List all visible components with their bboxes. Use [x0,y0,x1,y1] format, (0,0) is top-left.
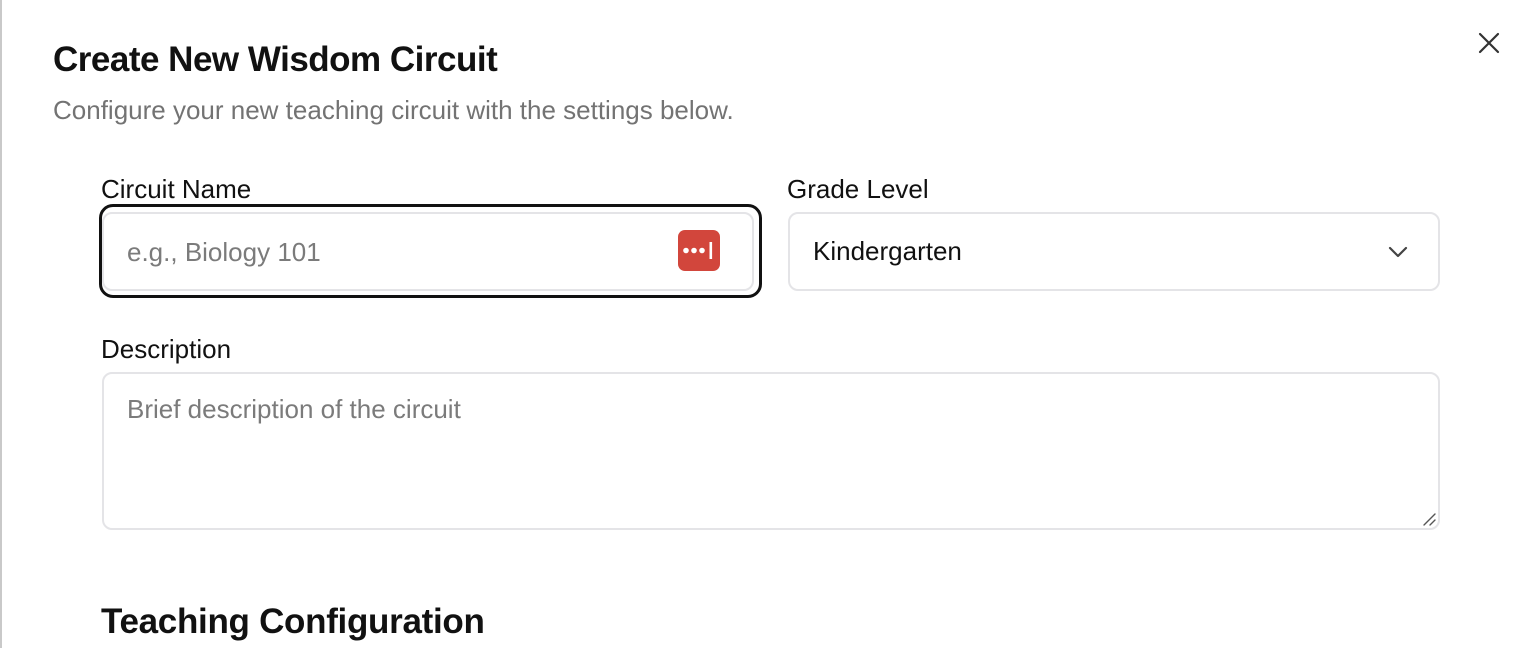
circuit-name-placeholder: e.g., Biology 101 [127,237,321,267]
description-label: Description [101,334,232,364]
grade-level-label: Grade Level [787,174,929,204]
password-manager-icon[interactable] [678,230,720,271]
resize-handle-icon[interactable] [1420,510,1436,526]
dialog-title: Create New Wisdom Circuit [53,40,498,79]
description-placeholder: Brief description of the circuit [127,394,461,424]
grade-level-value: Kindergarten [813,236,962,266]
create-circuit-dialog: Create New Wisdom Circuit Configure your… [0,0,1518,648]
circuit-name-label: Circuit Name [101,174,252,204]
teaching-configuration-heading: Teaching Configuration [101,602,485,641]
dialog-subtitle: Configure your new teaching circuit with… [53,95,734,125]
close-icon [1478,32,1500,54]
chevron-down-icon [1388,246,1408,258]
close-button[interactable] [1470,24,1508,62]
